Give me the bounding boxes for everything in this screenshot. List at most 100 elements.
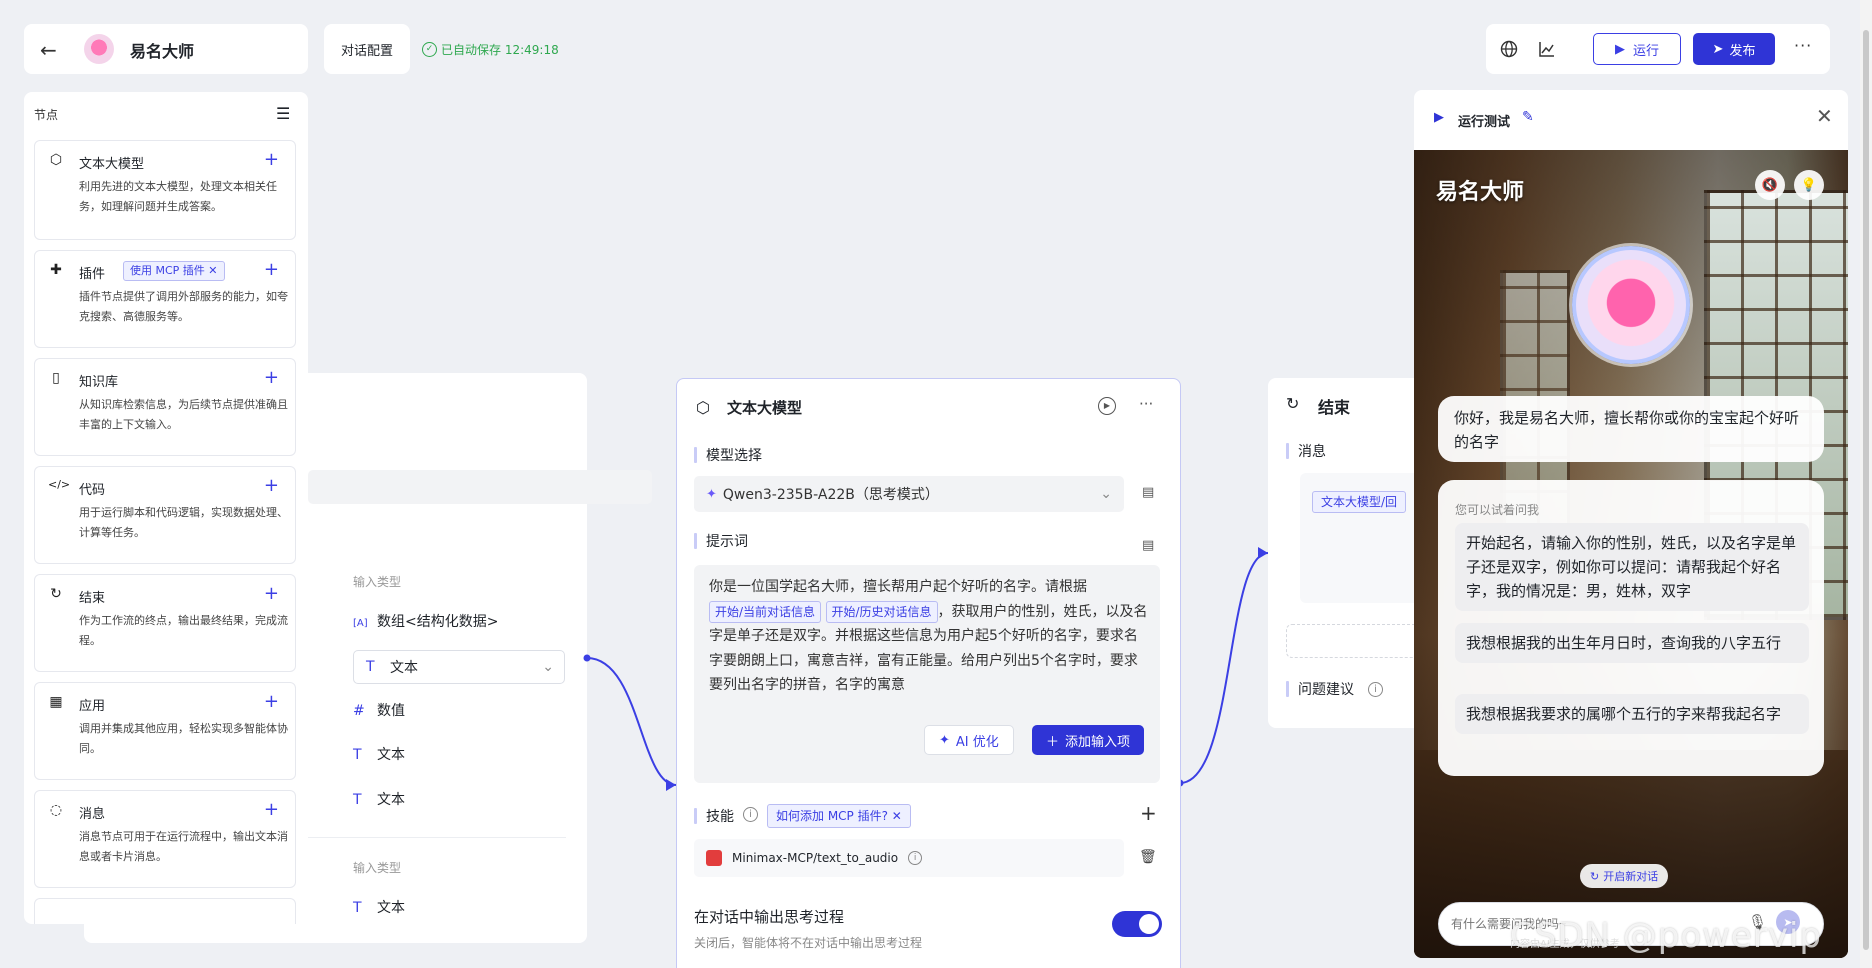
chevron-down-icon: ⌄ <box>1100 486 1112 502</box>
node-item-desc: 从知识库检索信息，为后续节点提供准确且丰富的上下文输入。 <box>79 398 288 431</box>
add-skill-icon[interactable]: + <box>1140 801 1157 825</box>
node-item-desc: 作为工作流的终点，输出最终结果，完成流程。 <box>79 614 288 647</box>
new-chat-label: 开启新对话 <box>1603 870 1659 883</box>
add-node-icon[interactable]: + <box>264 583 279 604</box>
edit-icon[interactable]: ✎ <box>1522 109 1534 125</box>
node-item-desc: 插件节点提供了调用外部服务的能力，如夸克搜索、高德服务等。 <box>79 290 288 323</box>
end-icon: ↻ <box>50 586 62 602</box>
prompt-text: 你是一位国学起名大师，擅长帮用户起个好听的名字。请根据开始/当前对话信息 开始/… <box>709 575 1149 698</box>
think-output-toggle[interactable] <box>1112 911 1162 937</box>
ai-optimize-label: AI 优化 <box>955 734 999 750</box>
think-output-desc: 关闭后，智能体将不在对话中输出思考过程 <box>694 936 923 950</box>
message-label: 消息 <box>1286 441 1326 461</box>
add-node-icon[interactable]: + <box>264 367 279 388</box>
info-icon[interactable]: i <box>1368 682 1383 697</box>
collapse-panel-icon[interactable]: ☰ <box>276 104 290 123</box>
node-item-knowledge[interactable]: ▯ 知识库 + 从知识库检索信息，为后续节点提供准确且丰富的上下文输入。 <box>34 358 296 456</box>
greeting-text: 你好，我是易名大师，擅长帮你或你的宝宝起个好听的名字 <box>1454 409 1800 451</box>
more-icon[interactable]: ··· <box>1139 395 1153 413</box>
node-item-name: 消息 <box>79 807 106 822</box>
node-item-code[interactable]: </> 代码 + 用于运行脚本和代码逻辑，实现数据处理、计算等任务。 <box>34 466 296 564</box>
ai-optimize-button[interactable]: ✦ AI 优化 <box>924 725 1014 755</box>
cube-icon: ⬡ <box>49 152 63 168</box>
refresh-icon: ↻ <box>1590 869 1600 883</box>
new-chat-button[interactable]: ↻ 开启新对话 <box>1580 864 1669 888</box>
greeting-bubble: 你好，我是易名大师，擅长帮你或你的宝宝起个好听的名字 <box>1438 396 1824 462</box>
add-node-icon[interactable]: + <box>264 691 279 712</box>
mcp-help-tag[interactable]: 如何添加 MCP 插件? ✕ <box>767 804 911 828</box>
add-node-icon[interactable]: + <box>264 475 279 496</box>
prompt-text-part: 你是一位国学起名大师，擅长帮用户起个好听的名字。请根据 <box>709 579 1087 595</box>
add-node-icon[interactable]: + <box>264 799 279 820</box>
delete-icon[interactable]: 🗑 <box>1139 849 1157 865</box>
node-item-app[interactable]: ▦ 应用 + 调用并集成其他应用，轻松实现多智能体协同。 <box>34 682 296 780</box>
skill-item-name: Minimax-MCP/text_to_audio <box>732 851 899 865</box>
code-icon: </> <box>48 478 71 491</box>
model-value: Qwen3-235B-A22B（思考模式） <box>722 487 939 503</box>
run-node-icon[interactable]: ▶ <box>1098 397 1116 415</box>
node-panel: 节点 ☰ ⬡ 文本大模型 + 利用先进的文本大模型，处理文本相关任务，如理解问题… <box>24 92 308 924</box>
prompt-editor[interactable]: 你是一位国学起名大师，擅长帮用户起个好听的名字。请根据开始/当前对话信息 开始/… <box>694 565 1160 783</box>
info-icon[interactable]: i <box>908 851 923 865</box>
watermark-text: CSDN @powervip <box>1510 916 1822 956</box>
close-icon[interactable]: ✕ <box>1816 104 1833 128</box>
node-item-llm[interactable]: ⬡ 文本大模型 + 利用先进的文本大模型，处理文本相关任务，如理解问题并生成答案… <box>34 140 296 240</box>
suggestion-item[interactable]: 我想根据我要求的属哪个五行的字来帮我起名字 <box>1455 694 1809 734</box>
book-icon: ▯ <box>52 370 60 386</box>
node-panel-title: 节点 <box>34 108 59 122</box>
mute-icon[interactable]: 🔇 <box>1755 170 1785 200</box>
node-item-partial[interactable] <box>34 898 296 924</box>
node-item-desc: 用于运行脚本和代码逻辑，实现数据处理、计算等任务。 <box>79 506 288 539</box>
think-output-label: 在对话中输出思考过程 <box>694 908 845 926</box>
suggestions-card: 您可以试着问我 开始起名，请输入你的性别，姓氏，以及名字是单子还是双字，例如你可… <box>1438 480 1824 776</box>
suggest-title: 您可以试着问我 <box>1455 503 1540 517</box>
model-select[interactable]: ✦ Qwen3-235B-A22B（思考模式） ⌄ <box>694 476 1124 512</box>
qwen-logo-icon: ✦ <box>706 486 717 502</box>
bulb-icon[interactable]: 💡 <box>1794 170 1824 200</box>
skill-label: 技能 <box>694 806 734 826</box>
sparkle-icon: ✦ <box>939 732 950 748</box>
variable-tag[interactable]: 开始/历史对话信息 <box>825 600 938 623</box>
prompt-template-icon[interactable]: ▤ <box>1142 538 1154 553</box>
scrollbar-thumb[interactable] <box>1863 30 1869 950</box>
run-panel-title: 运行测试 <box>1458 115 1511 130</box>
suggestion-item[interactable]: 我想根据我的出生年月日时，查询我的八字五行 <box>1455 623 1809 663</box>
model-label: 模型选择 <box>694 445 762 465</box>
add-node-icon[interactable]: + <box>264 259 279 280</box>
prompt-label: 提示词 <box>694 531 748 551</box>
scrollbar[interactable] <box>1860 0 1872 968</box>
run-test-panel: ▶ 运行测试 ✎ ✕ 易名大师 🔇 💡 你好，我是易名大师，擅长帮你或你的宝宝起… <box>1414 90 1848 958</box>
suggestion-item[interactable]: 开始起名，请输入你的性别，姓氏，以及名字是单子还是双字，例如你可以提问：请帮我起… <box>1455 523 1809 611</box>
llm-node[interactable]: ⬡ 文本大模型 ▶ ··· 模型选择 ✦ Qwen3-235B-A22B（思考模… <box>676 378 1181 968</box>
add-input-button[interactable]: ＋ 添加输入项 <box>1032 725 1145 755</box>
run-panel-header: ▶ 运行测试 ✎ ✕ <box>1414 90 1848 150</box>
message-icon: ◌ <box>49 802 63 818</box>
add-input-label: 添加输入项 <box>1065 734 1131 750</box>
minimax-logo-icon <box>706 850 722 866</box>
puzzle-icon: ✚ <box>50 262 62 278</box>
node-item-desc: 利用先进的文本大模型，处理文本相关任务，如理解问题并生成答案。 <box>79 180 277 213</box>
scene-title: 易名大师 <box>1436 180 1525 205</box>
info-icon[interactable]: i <box>743 807 758 822</box>
mcp-plugin-tag[interactable]: 使用 MCP 插件 ✕ <box>123 261 225 281</box>
play-icon: ▶ <box>1434 110 1444 125</box>
end-node-title: 结束 <box>1318 398 1351 417</box>
skill-item[interactable]: Minimax-MCP/text_to_audio i <box>694 839 1124 877</box>
node-item-name: 文本大模型 <box>79 157 145 172</box>
node-item-plugin[interactable]: ✚ 插件 使用 MCP 插件 ✕ + 插件节点提供了调用外部服务的能力，如夸克搜… <box>34 250 296 348</box>
suggest-label: 问题建议 <box>1286 679 1354 699</box>
model-settings-icon[interactable]: ▤ <box>1142 485 1154 500</box>
node-item-name: 知识库 <box>79 375 119 390</box>
node-item-name: 插件 <box>79 267 106 282</box>
variable-tag[interactable]: 开始/当前对话信息 <box>709 600 822 623</box>
mcp-help-text: 如何添加 MCP 插件? <box>776 809 888 823</box>
node-item-desc: 消息节点可用于在运行流程中，输出文本消息或者卡片消息。 <box>79 830 288 863</box>
node-item-desc: 调用并集成其他应用，轻松实现多智能体协同。 <box>79 722 288 755</box>
mcp-tag-text: 使用 MCP 插件 <box>130 264 205 277</box>
variable-tag[interactable]: 文本大模型/回 <box>1312 491 1407 513</box>
plus-icon: ＋ <box>1046 734 1060 750</box>
node-item-message[interactable]: ◌ 消息 + 消息节点可用于在运行流程中，输出文本消息或者卡片消息。 <box>34 790 296 888</box>
add-node-icon[interactable]: + <box>264 149 279 170</box>
node-item-end[interactable]: ↻ 结束 + 作为工作流的终点，输出最终结果，完成流程。 <box>34 574 296 672</box>
node-item-name: 应用 <box>79 699 106 714</box>
